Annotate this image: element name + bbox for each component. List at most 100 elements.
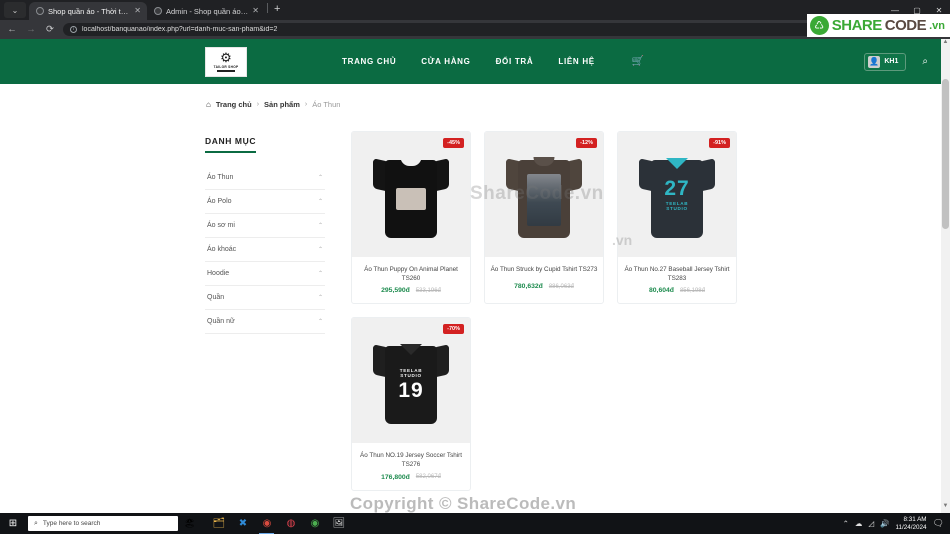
chevron-up-icon[interactable]: ⌃ <box>318 174 323 181</box>
tab-search-dropdown-icon[interactable]: ⌄ <box>4 2 26 18</box>
product-image[interactable] <box>352 132 470 257</box>
reload-icon[interactable]: ⟳ <box>44 24 56 35</box>
collar <box>400 343 422 355</box>
breadcrumb-item-products[interactable]: Sản phẩm <box>264 100 300 109</box>
product-card[interactable]: -70% TEELAB STUDIO 19 Áo Thun NO.19 Jers… <box>351 317 471 491</box>
home-icon[interactable]: ⌂ <box>206 100 211 109</box>
product-name[interactable]: Áo Thun No.27 Baseball Jersey Tshirt TS2… <box>618 257 736 287</box>
nav-item-contact[interactable]: LIÊN HỆ <box>558 57 594 66</box>
site-info-icon[interactable]: i <box>70 26 77 33</box>
product-image[interactable] <box>485 132 603 257</box>
chevron-up-icon[interactable]: ⌃ <box>318 318 323 325</box>
user-name-label: KH1 <box>884 58 899 65</box>
sidebar-item-quan[interactable]: Quần ⌃ <box>205 286 325 310</box>
taskbar-app-file-explorer[interactable]: 🗂 <box>207 513 230 534</box>
browser-tab-2[interactable]: Admin - Shop quần áo - Thời t ✕ <box>147 2 265 20</box>
price-row: 80,604đ 856,198đ <box>618 287 736 303</box>
cloud-icon[interactable]: ☁ <box>855 519 863 528</box>
nav-item-returns[interactable]: ĐỔI TRẢ <box>496 57 534 66</box>
category-list: Áo Thun ⌃ Áo Polo ⌃ Áo sơ mi ⌃ Áo khoác … <box>205 166 325 334</box>
price-row: 176,800đ 582,067đ <box>352 474 470 490</box>
browser-tab-1[interactable]: Shop quần áo - Thời trang ✕ <box>29 2 147 20</box>
print-graphic: 27 TEELAB STUDIO <box>659 178 696 211</box>
taskbar-clock[interactable]: 8:31 AM 11/24/2024 <box>896 516 927 532</box>
tab-close-icon[interactable]: ✕ <box>134 7 141 15</box>
forward-icon[interactable]: → <box>25 24 37 35</box>
start-button[interactable]: ⊞ <box>0 513 26 534</box>
back-icon[interactable]: ← <box>6 24 18 35</box>
cart-icon[interactable]: 🛒 <box>632 56 644 67</box>
nav-item-shop[interactable]: CỬA HÀNG <box>421 57 470 66</box>
sidebar-item-hoodie[interactable]: Hoodie ⌃ <box>205 262 325 286</box>
taskbar-app-green[interactable]: ◉ <box>303 513 326 534</box>
taskbar-app-google-chrome[interactable]: ◉ <box>255 513 278 534</box>
jersey-number: 19 <box>398 378 424 402</box>
sewing-machine-icon: ⚙ <box>220 50 232 66</box>
product-image[interactable]: 27 TEELAB STUDIO <box>618 132 736 257</box>
system-tray: ⌃ ☁ ◿ 🔊 8:31 AM 11/24/2024 🗨 <box>843 516 950 532</box>
volume-icon[interactable]: 🔊 <box>880 519 889 528</box>
sidebar-item-ao-thun[interactable]: Áo Thun ⌃ <box>205 166 325 190</box>
product-image[interactable]: TEELAB STUDIO 19 <box>352 318 470 444</box>
sale-price: 295,590đ <box>381 287 410 295</box>
print-graphic <box>527 173 561 226</box>
sidebar-item-ao-polo[interactable]: Áo Polo ⌃ <box>205 190 325 214</box>
header-right-controls: 👤 KH1 ⌕ <box>864 52 936 71</box>
tshirt-graphic <box>506 152 582 238</box>
recycle-icon: ♺ <box>809 16 829 35</box>
search-placeholder: Type here to search <box>42 520 101 527</box>
search-icon[interactable]: ⌕ <box>922 56 928 67</box>
sale-price: 780,632đ <box>514 283 543 290</box>
category-label: Quần nữ <box>207 318 235 325</box>
scroll-up-icon[interactable]: ▲ <box>941 39 950 49</box>
taskbar-app-photo[interactable]: 🖼 <box>327 513 350 534</box>
original-price: 533,196đ <box>415 287 441 294</box>
site-logo[interactable]: ⚙ TAILOR SHOP <box>205 46 247 77</box>
sidebar-item-ao-so-mi[interactable]: Áo sơ mi ⌃ <box>205 214 325 238</box>
scroll-down-icon[interactable]: ▼ <box>941 503 950 513</box>
user-account-button[interactable]: 👤 KH1 <box>864 52 907 71</box>
product-card[interactable]: -12% Áo Thun Struck by Cupid Tshirt TS27… <box>484 131 604 305</box>
product-card[interactable]: -91% 27 TEELAB STUDIO Áo Thun No.27 Base… <box>617 131 737 305</box>
taskbar-app-vs-code[interactable]: ✖ <box>231 513 254 534</box>
logo-vn-text: .vn <box>929 19 945 32</box>
product-name[interactable]: Áo Thun Puppy On Animal Planet TS260 <box>352 257 470 287</box>
notification-icon[interactable]: 🗨 <box>933 518 944 529</box>
breadcrumb-separator: › <box>304 101 308 108</box>
logo-brand-text: TAILOR SHOP <box>213 65 239 70</box>
sidebar-item-quan-nu[interactable]: Quần nữ ⌃ <box>205 310 325 334</box>
original-price: 582,067đ <box>415 474 441 480</box>
logo-code-text: CODE <box>884 17 927 34</box>
chevron-up-icon[interactable]: ⌃ <box>318 270 323 277</box>
product-name[interactable]: Áo Thun Struck by Cupid Tshirt TS273 <box>485 257 603 283</box>
network-icon[interactable]: ◿ <box>868 519 874 528</box>
page-content: DANH MỤC Áo Thun ⌃ Áo Polo ⌃ Áo sơ mi ⌃ <box>0 109 950 491</box>
chevron-up-icon[interactable]: ⌃ <box>318 246 323 253</box>
new-tab-button[interactable]: + <box>272 3 284 17</box>
tab-title: Shop quần áo - Thời trang <box>48 6 131 16</box>
taskbar-weather-widget[interactable]: 🏖 <box>184 518 195 529</box>
tab-favicon-icon <box>36 7 44 15</box>
sidebar-item-ao-khoac[interactable]: Áo khoác ⌃ <box>205 238 325 262</box>
clock-date: 11/24/2024 <box>895 523 927 531</box>
nav-item-home[interactable]: TRANG CHỦ <box>342 57 396 66</box>
tab-favicon-icon <box>154 7 162 15</box>
url-text: localhost/banquanao/index.php?url=danh-m… <box>82 26 278 33</box>
chevron-up-icon[interactable]: ⌃ <box>318 294 323 301</box>
chevron-up-icon[interactable]: ⌃ <box>843 519 849 528</box>
tab-title: Admin - Shop quần áo - Thời t <box>166 6 248 16</box>
page-scrollbar[interactable]: ▲ ▼ <box>941 39 950 513</box>
sale-price: 80,604đ <box>649 287 674 295</box>
sale-price: 176,800đ <box>381 473 410 481</box>
taskbar-search-input[interactable]: ⌕ Type here to search <box>28 516 178 531</box>
logo-underline <box>217 70 235 72</box>
product-name[interactable]: Áo Thun NO.19 Jersey Soccer Tshirt TS276 <box>352 443 470 473</box>
chevron-up-icon[interactable]: ⌃ <box>318 222 323 229</box>
windows-taskbar: ⊞ ⌕ Type here to search 🏖 🗂 ✖ ◉ ◍ ◉ 🖼 ⌃ … <box>0 513 950 534</box>
breadcrumb-item-home[interactable]: Trang chủ <box>216 100 252 109</box>
tab-close-icon[interactable]: ✕ <box>252 7 259 15</box>
scrollbar-thumb[interactable] <box>942 79 949 229</box>
taskbar-app-red[interactable]: ◍ <box>279 513 302 534</box>
chevron-up-icon[interactable]: ⌃ <box>318 198 323 205</box>
product-card[interactable]: -45% Áo Thun Puppy On Animal Planet TS26… <box>351 131 471 305</box>
